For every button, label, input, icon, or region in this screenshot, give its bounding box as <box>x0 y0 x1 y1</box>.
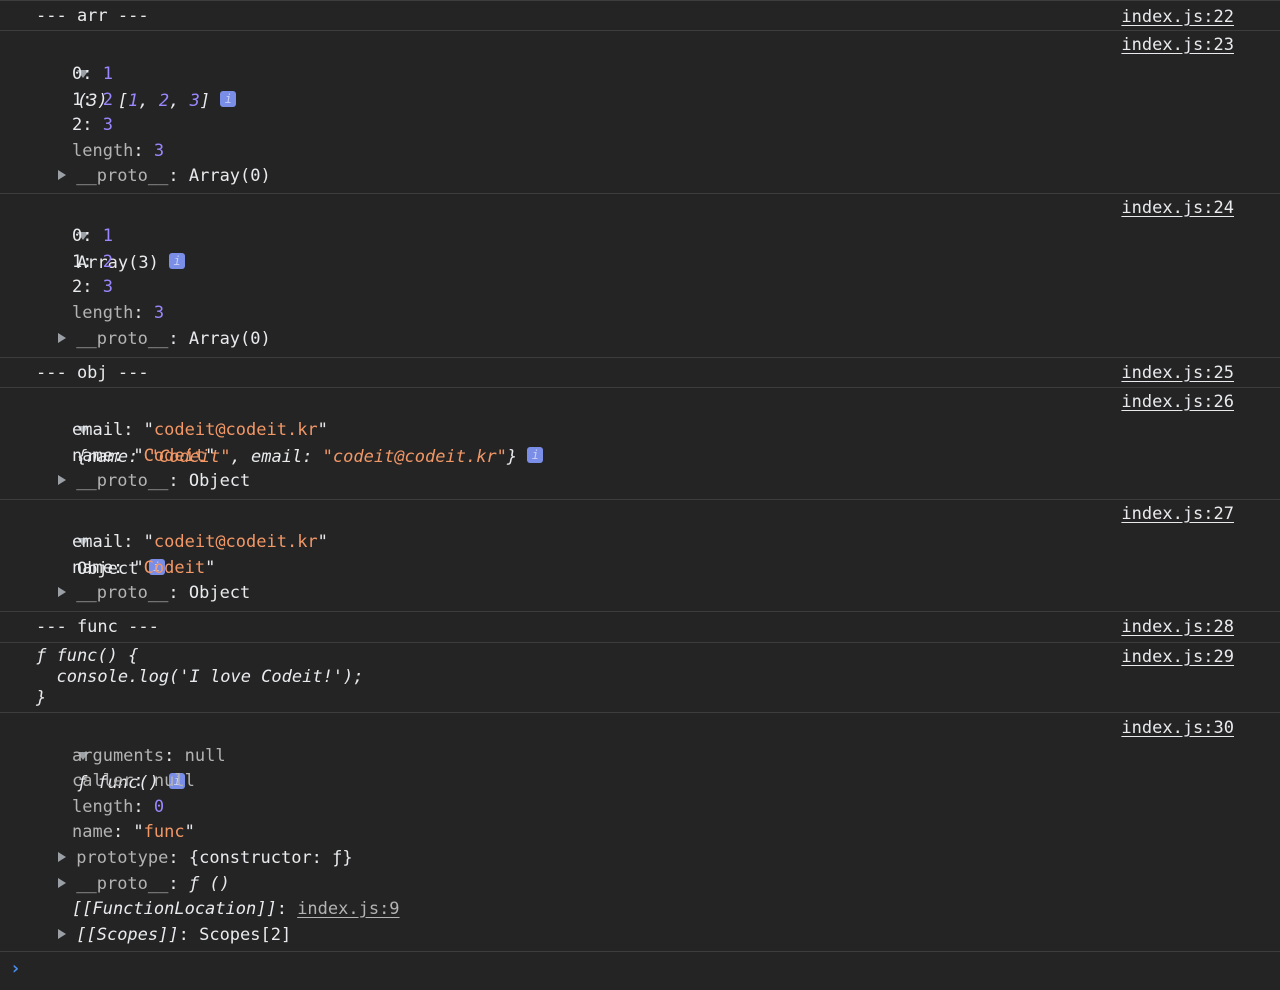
expand-right-icon[interactable] <box>58 474 66 485</box>
property-row: 0: 1 <box>72 64 113 84</box>
scopes-row[interactable]: [[Scopes]]: Scopes[2] <box>58 922 1280 948</box>
source-link[interactable]: index.js:23 <box>1121 32 1234 58</box>
log-text: --- arr --- <box>36 6 149 26</box>
function-summary[interactable]: ƒ func() i <box>36 718 1280 793</box>
proto-row[interactable]: __proto__: ƒ () <box>58 871 1280 897</box>
property-row: length: 3 <box>72 303 165 323</box>
object-summary[interactable]: {name: "Codeit", email: "codeit@codeit.k… <box>36 392 1280 467</box>
console-entry-arr-header: --- arr --- index.js:22 <box>0 0 1280 31</box>
property-row: 0: 1 <box>72 226 113 246</box>
console-entry-array-literal: (3) [1, 2, 3] i index.js:23 0: 1 1: 2 2:… <box>0 31 1280 194</box>
expand-right-icon[interactable] <box>58 169 66 180</box>
property-row: arguments: null <box>72 746 226 766</box>
console-entry-obj-header: --- obj --- index.js:25 <box>0 358 1280 388</box>
property-row: 2: 3 <box>72 115 113 135</box>
property-row: 1: 2 <box>72 90 113 110</box>
property-row: 2: 3 <box>72 277 113 297</box>
expand-right-icon[interactable] <box>58 851 66 862</box>
property-row: email: "codeit@codeit.kr" <box>72 532 328 552</box>
log-text: --- obj --- <box>36 363 149 383</box>
property-row: length: 0 <box>72 797 165 817</box>
console-entry-function-source: ƒ func() { console.log('I love Codeit!')… <box>0 643 1280 713</box>
source-link[interactable]: index.js:25 <box>1121 360 1234 386</box>
proto-row[interactable]: __proto__: Object <box>58 580 1280 606</box>
console-entry-object: Object i index.js:27 email: "codeit@code… <box>0 500 1280 612</box>
proto-row[interactable]: __proto__: Array(0) <box>58 326 1280 352</box>
function-source-line: ƒ func() { <box>36 646 139 666</box>
console-entry-object-literal: {name: "Codeit", email: "codeit@codeit.k… <box>0 388 1280 500</box>
property-row: name: "func" <box>72 822 195 842</box>
console-entry-function-object: ƒ func() i index.js:30 arguments: null c… <box>0 713 1280 952</box>
property-row: 1: 2 <box>72 252 113 272</box>
console-entry-func-header: --- func --- index.js:28 <box>0 612 1280 643</box>
expand-right-icon[interactable] <box>58 332 66 343</box>
log-text: --- func --- <box>36 617 159 637</box>
array-summary[interactable]: Array(3) i <box>36 198 1280 273</box>
function-location-row: [[FunctionLocation]]: index.js:9 <box>72 899 400 919</box>
property-row: email: "codeit@codeit.kr" <box>72 420 328 440</box>
source-link[interactable]: index.js:24 <box>1121 195 1234 221</box>
expand-right-icon[interactable] <box>58 877 66 888</box>
source-link[interactable]: index.js:26 <box>1121 389 1234 415</box>
property-row: caller: null <box>72 771 195 791</box>
source-link[interactable]: index.js:29 <box>1121 644 1234 670</box>
source-link[interactable]: index.js:28 <box>1121 614 1234 640</box>
property-row: length: 3 <box>72 141 165 161</box>
function-source-line: console.log('I love Codeit!'); <box>36 667 364 687</box>
expand-right-icon[interactable] <box>58 928 66 939</box>
source-link[interactable]: index.js:27 <box>1121 501 1234 527</box>
source-link[interactable]: index.js:30 <box>1121 715 1234 741</box>
property-row: name: "Codeit" <box>72 558 216 578</box>
object-summary[interactable]: Object i <box>36 504 1280 579</box>
proto-row[interactable]: __proto__: Object <box>58 468 1280 494</box>
expand-right-icon[interactable] <box>58 586 66 597</box>
function-location-link[interactable]: index.js:9 <box>297 899 399 919</box>
console-entry-array-constructor: Array(3) i index.js:24 0: 1 1: 2 2: 3 le… <box>0 194 1280 358</box>
array-summary[interactable]: (3) [1, 2, 3] i <box>36 36 1280 111</box>
proto-row[interactable]: __proto__: Array(0) <box>58 163 1280 189</box>
source-link[interactable]: index.js:22 <box>1121 4 1234 30</box>
property-row: name: "Codeit" <box>72 446 216 466</box>
function-source-line: } <box>36 688 47 708</box>
console-prompt-icon[interactable]: › <box>10 958 21 979</box>
prototype-row[interactable]: prototype: {constructor: ƒ} <box>58 845 1280 871</box>
